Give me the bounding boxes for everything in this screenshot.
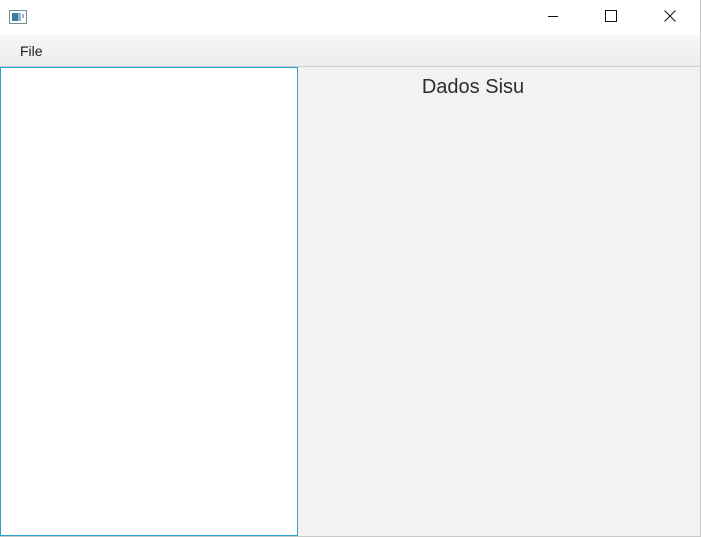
menu-item-file[interactable]: File — [11, 40, 52, 62]
details-panel: Dados Sisu — [298, 67, 700, 536]
close-button[interactable] — [641, 0, 699, 35]
panel-title: Dados Sisu — [421, 76, 525, 98]
title-bar[interactable] — [0, 0, 700, 35]
maximize-button[interactable] — [582, 0, 640, 35]
list-panel[interactable] — [0, 67, 298, 536]
java-app-icon — [9, 10, 27, 24]
minimize-icon — [547, 9, 559, 27]
menu-bar: File — [0, 35, 700, 67]
minimize-button[interactable] — [524, 0, 582, 35]
application-window: File Dados Sisu — [0, 0, 701, 537]
maximize-icon — [605, 9, 617, 27]
close-icon — [664, 9, 676, 27]
